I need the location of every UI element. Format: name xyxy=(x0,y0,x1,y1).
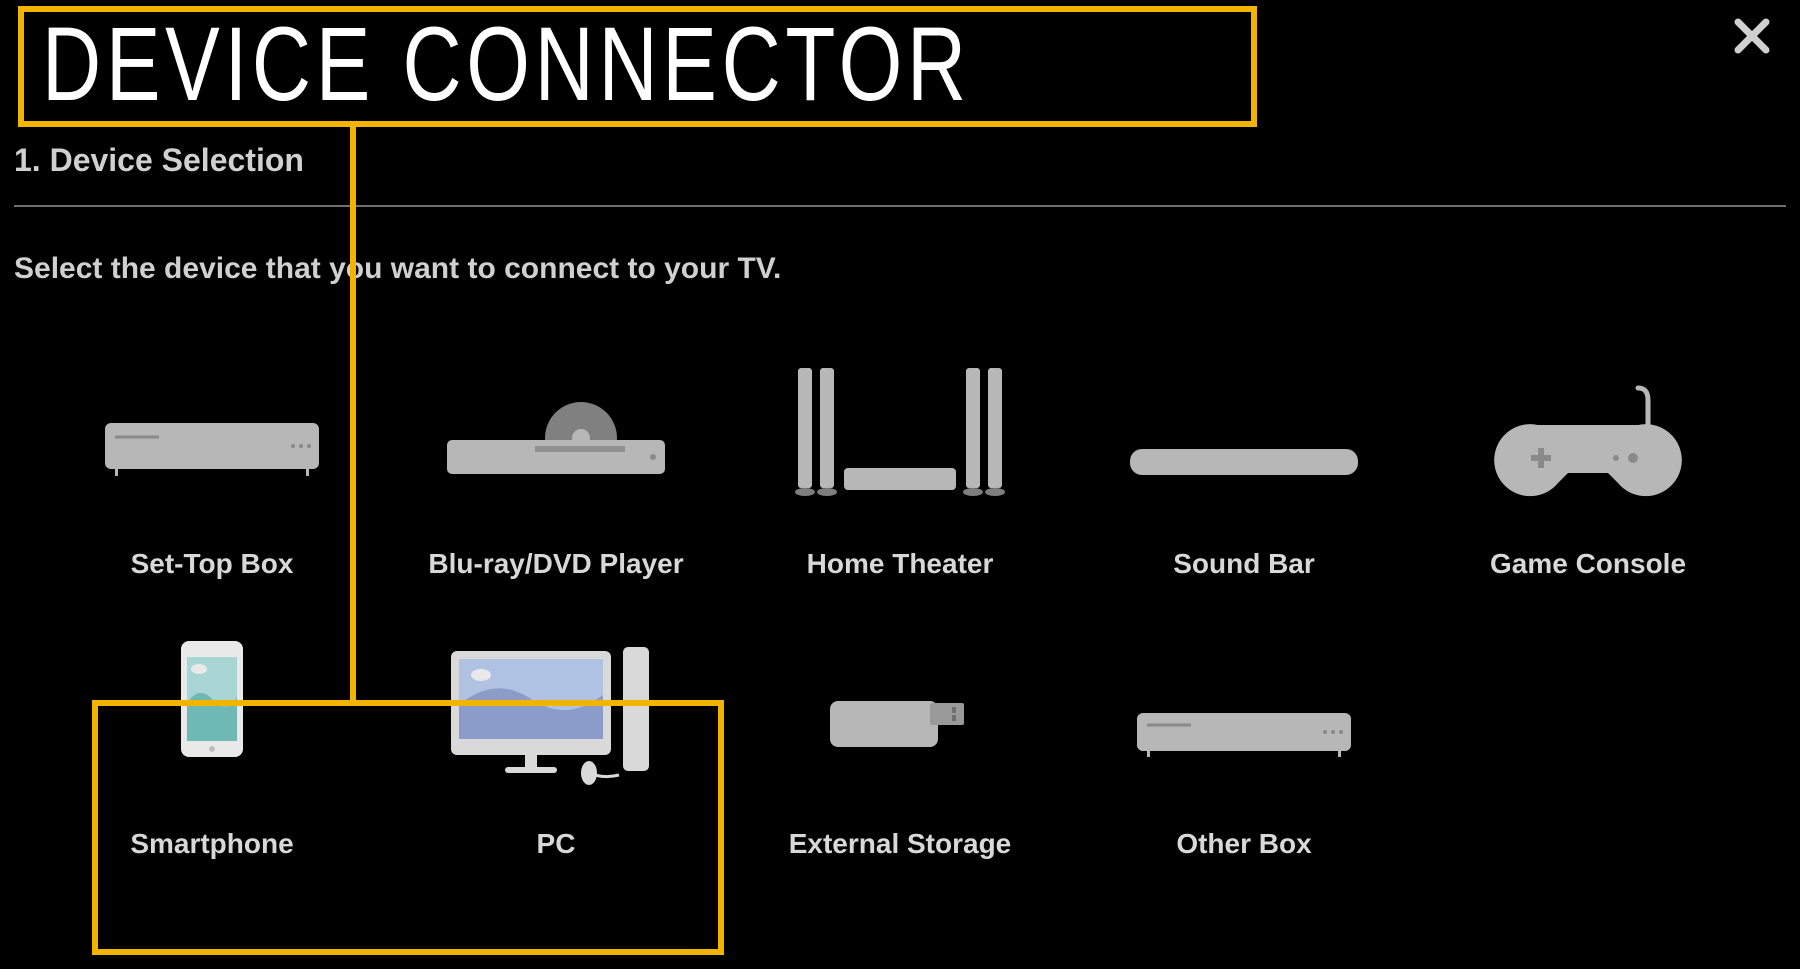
page-title: DEVICE CONNECTOR xyxy=(42,12,971,117)
externalstorage-icon xyxy=(810,643,990,783)
device-tile-smartphone[interactable]: Smartphone xyxy=(40,610,384,870)
soundbar-icon xyxy=(1124,373,1364,493)
close-button[interactable] xyxy=(1732,16,1772,56)
close-icon xyxy=(1732,16,1772,56)
device-label: PC xyxy=(537,828,576,860)
pc-icon xyxy=(441,633,671,793)
device-tile-externalstorage[interactable]: External Storage xyxy=(728,610,1072,870)
divider xyxy=(14,205,1786,207)
device-tile-pc[interactable]: PC xyxy=(384,610,728,870)
device-tile-settopbox[interactable]: Set-Top Box xyxy=(40,330,384,590)
device-label: Set-Top Box xyxy=(131,548,294,580)
page-title-highlight: DEVICE CONNECTOR xyxy=(18,6,1257,127)
device-label: Home Theater xyxy=(807,548,994,580)
step-label: 1. Device Selection xyxy=(14,142,304,179)
device-label: Other Box xyxy=(1176,828,1311,860)
device-label: Sound Bar xyxy=(1173,548,1315,580)
device-tile-gameconsole[interactable]: Game Console xyxy=(1416,330,1760,590)
device-grid: Set-Top Box Blu-ray/DVD Player xyxy=(0,330,1800,870)
device-tile-otherbox[interactable]: Other Box xyxy=(1072,610,1416,870)
instruction-text: Select the device that you want to conne… xyxy=(14,252,781,286)
device-tile-soundbar[interactable]: Sound Bar xyxy=(1072,330,1416,590)
settopbox-icon xyxy=(97,368,327,498)
otherbox-icon xyxy=(1129,653,1359,773)
device-label: Smartphone xyxy=(130,828,293,860)
device-tile-bluray[interactable]: Blu-ray/DVD Player xyxy=(384,330,728,590)
bluray-icon xyxy=(441,368,671,498)
device-label: Blu-ray/DVD Player xyxy=(428,548,683,580)
device-label: External Storage xyxy=(789,828,1012,860)
hometheater-icon xyxy=(770,358,1030,508)
smartphone-icon xyxy=(147,633,277,793)
device-tile-hometheater[interactable]: Home Theater xyxy=(728,330,1072,590)
device-label: Game Console xyxy=(1490,548,1686,580)
gameconsole-icon xyxy=(1488,363,1688,503)
